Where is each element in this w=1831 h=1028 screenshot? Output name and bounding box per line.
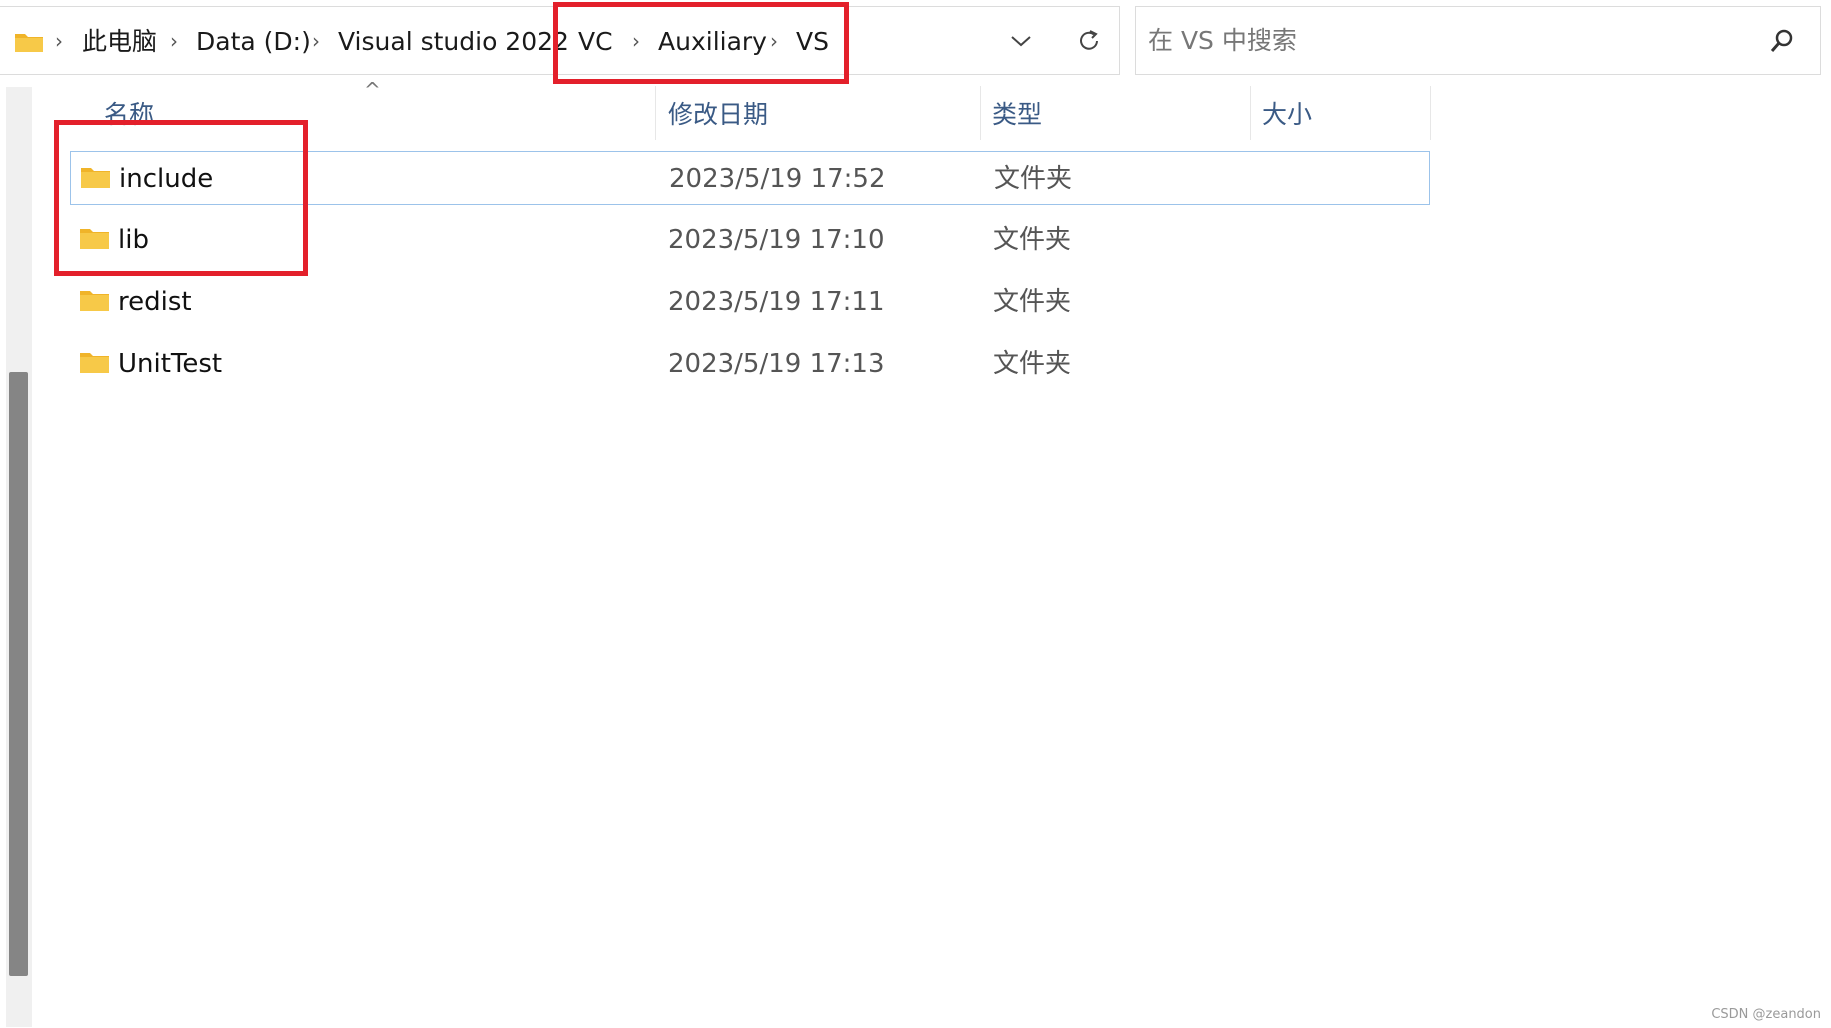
file-date: 2023/5/19 17:13 bbox=[668, 349, 885, 379]
file-row-redist[interactable]: redist 2023/5/19 17:11 文件夹 bbox=[70, 275, 1430, 329]
folder-icon bbox=[15, 34, 43, 52]
chevron-down-icon[interactable] bbox=[1010, 33, 1032, 49]
breadcrumb-data-drive[interactable]: Data (D:) bbox=[196, 7, 311, 76]
column-header-date[interactable]: 修改日期 bbox=[668, 95, 768, 135]
scrollbar-thumb[interactable] bbox=[9, 372, 28, 976]
file-type: 文件夹 bbox=[994, 164, 1073, 194]
file-name: redist bbox=[118, 287, 192, 317]
search-icon[interactable] bbox=[1768, 27, 1796, 55]
column-header-type[interactable]: 类型 bbox=[992, 95, 1042, 135]
column-divider[interactable] bbox=[1430, 86, 1431, 140]
highlight-box-folders bbox=[54, 120, 308, 276]
file-row-unittest[interactable]: UnitTest 2023/5/19 17:13 文件夹 bbox=[70, 337, 1430, 391]
breadcrumb-separator: › bbox=[312, 29, 320, 53]
file-name: UnitTest bbox=[118, 349, 223, 379]
column-divider[interactable] bbox=[1250, 86, 1251, 140]
breadcrumb-separator: › bbox=[55, 29, 63, 53]
file-type: 文件夹 bbox=[993, 287, 1072, 317]
file-date: 2023/5/19 17:11 bbox=[668, 287, 885, 317]
file-type: 文件夹 bbox=[993, 225, 1072, 255]
breadcrumb-this-pc[interactable]: 此电脑 bbox=[82, 7, 157, 76]
column-divider[interactable] bbox=[980, 86, 981, 140]
breadcrumb-visual-studio[interactable]: Visual studio 2022 bbox=[338, 7, 569, 76]
folder-icon bbox=[80, 353, 109, 373]
folder-icon bbox=[80, 291, 109, 311]
breadcrumb-separator: › bbox=[170, 29, 178, 53]
column-header-size[interactable]: 大小 bbox=[1262, 95, 1312, 135]
search-placeholder: 在 VS 中搜索 bbox=[1148, 26, 1297, 55]
sort-ascending-icon: ^ bbox=[364, 78, 381, 102]
refresh-icon[interactable] bbox=[1075, 27, 1103, 55]
file-date: 2023/5/19 17:52 bbox=[669, 164, 886, 194]
column-divider[interactable] bbox=[655, 86, 656, 140]
file-date: 2023/5/19 17:10 bbox=[668, 225, 885, 255]
search-box[interactable]: 在 VS 中搜索 bbox=[1135, 6, 1821, 75]
highlight-box-breadcrumb bbox=[553, 2, 849, 84]
file-type: 文件夹 bbox=[993, 349, 1072, 379]
watermark: CSDN @zeandon bbox=[1711, 1007, 1821, 1022]
